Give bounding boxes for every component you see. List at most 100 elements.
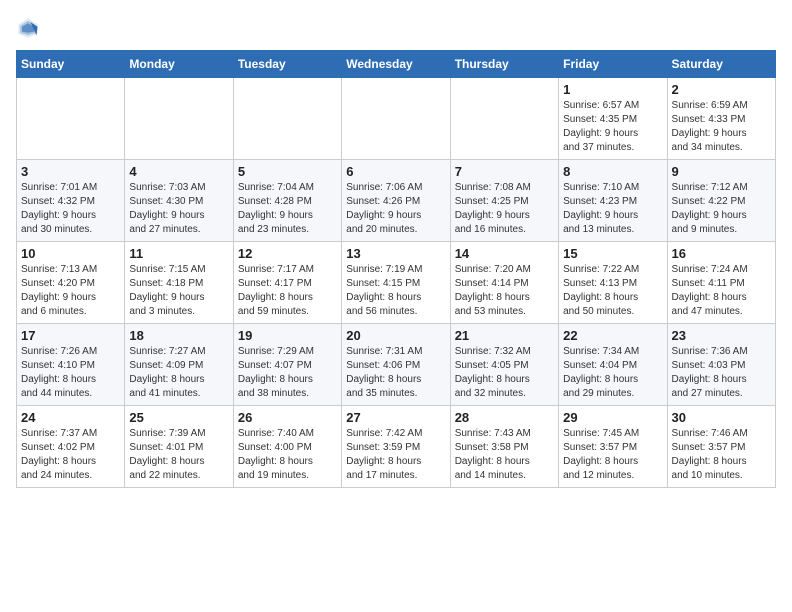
day-number: 29: [563, 410, 662, 425]
day-number: 7: [455, 164, 554, 179]
logo-icon: [16, 16, 40, 40]
day-number: 23: [672, 328, 771, 343]
header-cell-sunday: Sunday: [17, 51, 125, 78]
day-number: 27: [346, 410, 445, 425]
day-number: 20: [346, 328, 445, 343]
day-info: Sunrise: 7:34 AM Sunset: 4:04 PM Dayligh…: [563, 345, 662, 401]
day-info: Sunrise: 7:40 AM Sunset: 4:00 PM Dayligh…: [238, 427, 337, 483]
day-cell: 1 Sunrise: 6:57 AM Sunset: 4:35 PM Daylig…: [559, 78, 667, 160]
day-cell: 14 Sunrise: 7:20 AM Sunset: 4:14 PM Dayli…: [450, 242, 558, 324]
day-info: Sunrise: 7:20 AM Sunset: 4:14 PM Dayligh…: [455, 263, 554, 319]
day-info: Sunrise: 7:19 AM Sunset: 4:15 PM Dayligh…: [346, 263, 445, 319]
header-cell-wednesday: Wednesday: [342, 51, 450, 78]
day-info: Sunrise: 7:45 AM Sunset: 3:57 PM Dayligh…: [563, 427, 662, 483]
day-info: Sunrise: 7:27 AM Sunset: 4:09 PM Dayligh…: [129, 345, 228, 401]
day-cell: 21 Sunrise: 7:32 AM Sunset: 4:05 PM Dayli…: [450, 324, 558, 406]
day-info: Sunrise: 7:04 AM Sunset: 4:28 PM Dayligh…: [238, 181, 337, 237]
day-cell: [342, 78, 450, 160]
header-cell-monday: Monday: [125, 51, 233, 78]
day-info: Sunrise: 7:32 AM Sunset: 4:05 PM Dayligh…: [455, 345, 554, 401]
day-info: Sunrise: 7:46 AM Sunset: 3:57 PM Dayligh…: [672, 427, 771, 483]
day-cell: 19 Sunrise: 7:29 AM Sunset: 4:07 PM Dayli…: [233, 324, 341, 406]
day-number: 6: [346, 164, 445, 179]
day-number: 28: [455, 410, 554, 425]
day-info: Sunrise: 7:43 AM Sunset: 3:58 PM Dayligh…: [455, 427, 554, 483]
day-cell: 26 Sunrise: 7:40 AM Sunset: 4:00 PM Dayli…: [233, 406, 341, 488]
day-info: Sunrise: 6:57 AM Sunset: 4:35 PM Dayligh…: [563, 99, 662, 155]
header-row: SundayMondayTuesdayWednesdayThursdayFrid…: [17, 51, 776, 78]
day-info: Sunrise: 7:12 AM Sunset: 4:22 PM Dayligh…: [672, 181, 771, 237]
day-cell: 2Sunrise: 6:59 AM Sunset: 4:33 PM Daylig…: [667, 78, 775, 160]
day-number: 25: [129, 410, 228, 425]
day-cell: 30 Sunrise: 7:46 AM Sunset: 3:57 PM Dayli…: [667, 406, 775, 488]
day-cell: 4 Sunrise: 7:03 AM Sunset: 4:30 PM Daylig…: [125, 160, 233, 242]
day-info: Sunrise: 7:39 AM Sunset: 4:01 PM Dayligh…: [129, 427, 228, 483]
day-number: 19: [238, 328, 337, 343]
day-number: 2: [672, 82, 771, 97]
day-cell: [17, 78, 125, 160]
day-number: 8: [563, 164, 662, 179]
day-info: Sunrise: 7:15 AM Sunset: 4:18 PM Dayligh…: [129, 263, 228, 319]
week-row-4: 24 Sunrise: 7:37 AM Sunset: 4:02 PM Dayli…: [17, 406, 776, 488]
day-info: Sunrise: 7:06 AM Sunset: 4:26 PM Dayligh…: [346, 181, 445, 237]
day-cell: 8 Sunrise: 7:10 AM Sunset: 4:23 PM Daylig…: [559, 160, 667, 242]
week-row-3: 17Sunrise: 7:26 AM Sunset: 4:10 PM Dayli…: [17, 324, 776, 406]
day-info: Sunrise: 7:17 AM Sunset: 4:17 PM Dayligh…: [238, 263, 337, 319]
header-cell-friday: Friday: [559, 51, 667, 78]
day-info: Sunrise: 7:13 AM Sunset: 4:20 PM Dayligh…: [21, 263, 120, 319]
day-number: 15: [563, 246, 662, 261]
week-row-0: 1 Sunrise: 6:57 AM Sunset: 4:35 PM Daylig…: [17, 78, 776, 160]
day-number: 1: [563, 82, 662, 97]
day-number: 10: [21, 246, 120, 261]
day-cell: 20 Sunrise: 7:31 AM Sunset: 4:06 PM Dayli…: [342, 324, 450, 406]
day-info: Sunrise: 7:37 AM Sunset: 4:02 PM Dayligh…: [21, 427, 120, 483]
calendar-table: SundayMondayTuesdayWednesdayThursdayFrid…: [16, 50, 776, 488]
day-number: 16: [672, 246, 771, 261]
day-cell: 23 Sunrise: 7:36 AM Sunset: 4:03 PM Dayli…: [667, 324, 775, 406]
day-cell: 11Sunrise: 7:15 AM Sunset: 4:18 PM Dayli…: [125, 242, 233, 324]
day-cell: 15 Sunrise: 7:22 AM Sunset: 4:13 PM Dayli…: [559, 242, 667, 324]
day-cell: 9 Sunrise: 7:12 AM Sunset: 4:22 PM Daylig…: [667, 160, 775, 242]
day-cell: 10 Sunrise: 7:13 AM Sunset: 4:20 PM Dayli…: [17, 242, 125, 324]
header: [16, 16, 776, 40]
day-info: Sunrise: 7:01 AM Sunset: 4:32 PM Dayligh…: [21, 181, 120, 237]
day-info: Sunrise: 7:29 AM Sunset: 4:07 PM Dayligh…: [238, 345, 337, 401]
day-cell: 28 Sunrise: 7:43 AM Sunset: 3:58 PM Dayli…: [450, 406, 558, 488]
week-row-2: 10 Sunrise: 7:13 AM Sunset: 4:20 PM Dayli…: [17, 242, 776, 324]
day-cell: [233, 78, 341, 160]
day-number: 30: [672, 410, 771, 425]
day-info: Sunrise: 7:42 AM Sunset: 3:59 PM Dayligh…: [346, 427, 445, 483]
day-info: Sunrise: 7:08 AM Sunset: 4:25 PM Dayligh…: [455, 181, 554, 237]
day-info: Sunrise: 7:24 AM Sunset: 4:11 PM Dayligh…: [672, 263, 771, 319]
day-info: Sunrise: 7:36 AM Sunset: 4:03 PM Dayligh…: [672, 345, 771, 401]
day-number: 3: [21, 164, 120, 179]
header-cell-saturday: Saturday: [667, 51, 775, 78]
day-cell: 18 Sunrise: 7:27 AM Sunset: 4:09 PM Dayli…: [125, 324, 233, 406]
day-number: 18: [129, 328, 228, 343]
day-info: Sunrise: 7:26 AM Sunset: 4:10 PM Dayligh…: [21, 345, 120, 401]
day-cell: [125, 78, 233, 160]
day-number: 24: [21, 410, 120, 425]
day-cell: 5 Sunrise: 7:04 AM Sunset: 4:28 PM Daylig…: [233, 160, 341, 242]
day-cell: 12Sunrise: 7:17 AM Sunset: 4:17 PM Dayli…: [233, 242, 341, 324]
day-number: 14: [455, 246, 554, 261]
day-number: 9: [672, 164, 771, 179]
day-info: Sunrise: 7:22 AM Sunset: 4:13 PM Dayligh…: [563, 263, 662, 319]
day-cell: 6 Sunrise: 7:06 AM Sunset: 4:26 PM Daylig…: [342, 160, 450, 242]
week-row-1: 3 Sunrise: 7:01 AM Sunset: 4:32 PM Daylig…: [17, 160, 776, 242]
day-number: 5: [238, 164, 337, 179]
day-number: 4: [129, 164, 228, 179]
day-cell: 13 Sunrise: 7:19 AM Sunset: 4:15 PM Dayli…: [342, 242, 450, 324]
day-cell: [450, 78, 558, 160]
day-info: Sunrise: 7:10 AM Sunset: 4:23 PM Dayligh…: [563, 181, 662, 237]
day-number: 22: [563, 328, 662, 343]
calendar-body: 1 Sunrise: 6:57 AM Sunset: 4:35 PM Daylig…: [17, 78, 776, 488]
day-info: Sunrise: 7:03 AM Sunset: 4:30 PM Dayligh…: [129, 181, 228, 237]
day-number: 21: [455, 328, 554, 343]
day-number: 26: [238, 410, 337, 425]
logo: [16, 16, 44, 40]
header-cell-tuesday: Tuesday: [233, 51, 341, 78]
day-number: 13: [346, 246, 445, 261]
day-cell: 24 Sunrise: 7:37 AM Sunset: 4:02 PM Dayli…: [17, 406, 125, 488]
day-info: Sunrise: 7:31 AM Sunset: 4:06 PM Dayligh…: [346, 345, 445, 401]
